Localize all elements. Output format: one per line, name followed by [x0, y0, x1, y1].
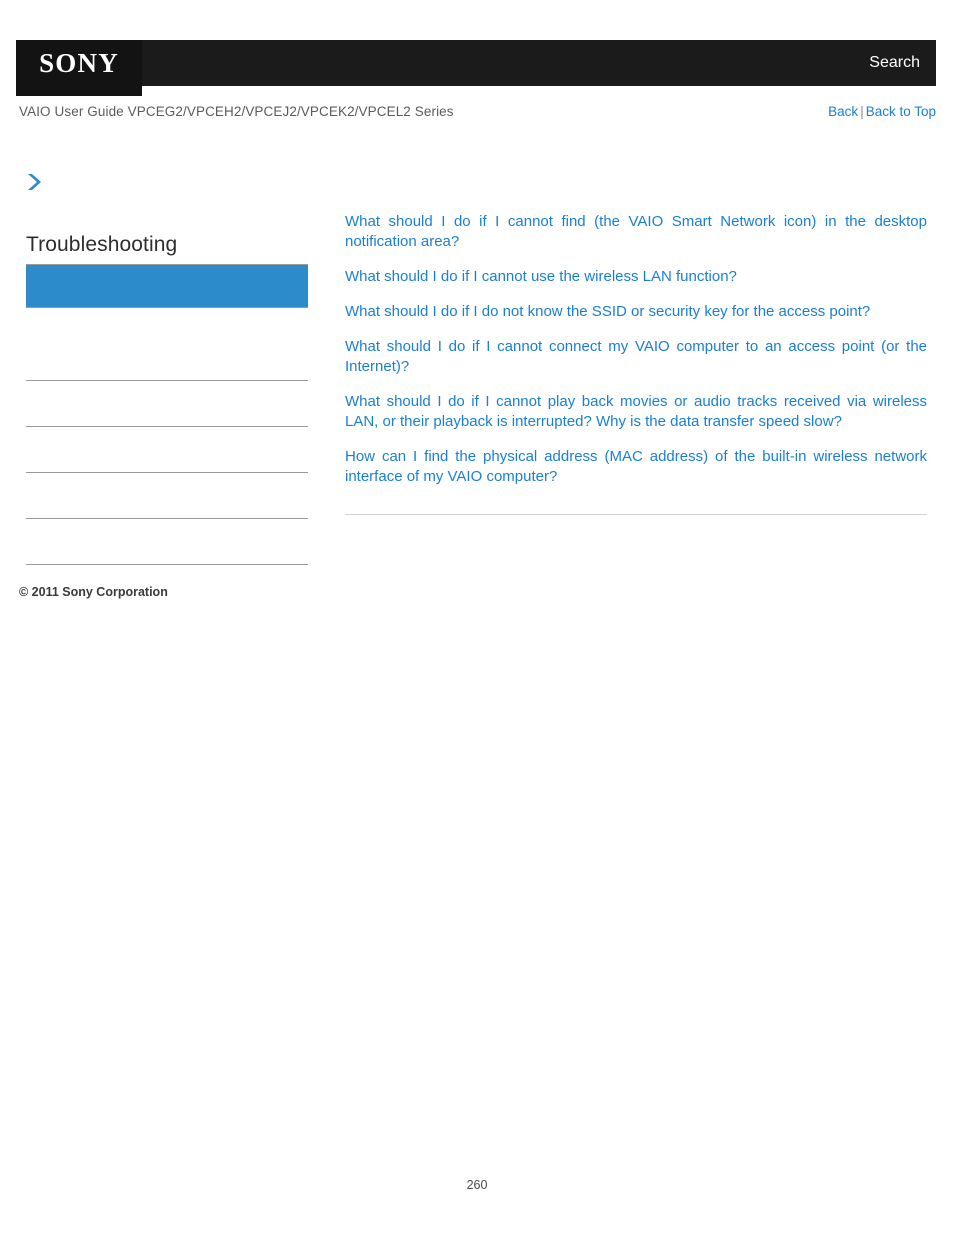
copyright-text: © 2011 Sony Corporation: [19, 585, 168, 599]
sidebar: Troubleshooting: [26, 230, 308, 565]
nav-separator: |: [860, 104, 864, 119]
sidebar-item-2[interactable]: [26, 381, 308, 427]
main-content: What should I do if I cannot find (the V…: [345, 212, 927, 515]
content-link-3[interactable]: What should I do if I do not know the SS…: [345, 302, 927, 322]
chevron-right-icon[interactable]: [26, 172, 46, 194]
sidebar-item-1[interactable]: [26, 335, 308, 381]
back-to-top-link[interactable]: Back to Top: [866, 104, 936, 119]
sidebar-item-5[interactable]: [26, 519, 308, 565]
content-link-2[interactable]: What should I do if I cannot use the wir…: [345, 267, 927, 287]
page-number: 260: [466, 1178, 488, 1192]
site-header-bar: [16, 40, 936, 86]
sony-logo[interactable]: SONY: [16, 40, 142, 96]
sony-logo-text: SONY: [39, 47, 119, 78]
content-link-1[interactable]: What should I do if I cannot find (the V…: [345, 212, 927, 252]
breadcrumb: VAIO User Guide VPCEG2/VPCEH2/VPCEJ2/VPC…: [0, 102, 954, 126]
sidebar-item-4[interactable]: [26, 473, 308, 519]
content-link-5[interactable]: What should I do if I cannot play back m…: [345, 392, 927, 432]
search-button[interactable]: Search: [869, 54, 920, 72]
sidebar-item-selected[interactable]: [26, 264, 308, 308]
content-link-4[interactable]: What should I do if I cannot connect my …: [345, 337, 927, 377]
guide-title: VAIO User Guide VPCEG2/VPCEH2/VPCEJ2/VPC…: [19, 104, 454, 119]
page-title: Troubleshooting: [26, 233, 178, 256]
sidebar-item-3[interactable]: [26, 427, 308, 473]
content-divider: [345, 514, 927, 515]
back-link[interactable]: Back: [828, 104, 858, 119]
content-link-6[interactable]: How can I find the physical address (MAC…: [345, 447, 927, 487]
nav-links: Back | Back to Top: [828, 102, 936, 122]
